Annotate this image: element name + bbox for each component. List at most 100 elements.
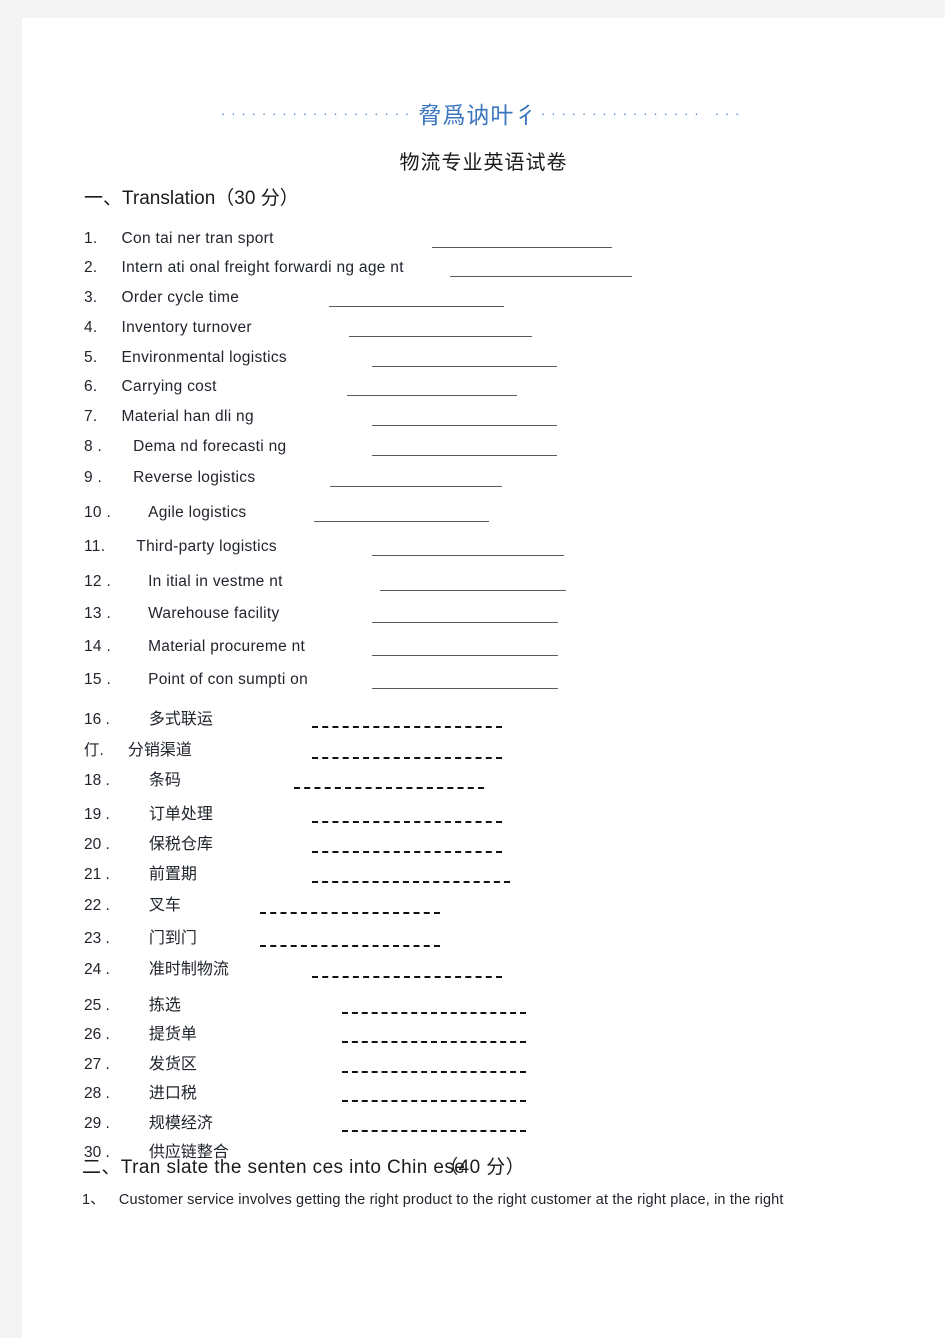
item-number: 23 . (84, 930, 110, 947)
answer-blank-line[interactable] (372, 688, 558, 689)
item-number: 25 . (84, 997, 110, 1014)
translation-item: 8 . Dema nd forecasti ng (84, 438, 286, 456)
answer-blank-line[interactable] (330, 486, 502, 487)
answer-blank-line[interactable] (312, 976, 502, 978)
item-term: 前置期 (148, 864, 197, 883)
question-text: Customer service involves getting the ri… (118, 1192, 784, 1208)
item-term: Third-party logistics (136, 538, 277, 555)
translation-item: 4. Inventory turnover (84, 319, 252, 337)
answer-blank-line[interactable] (349, 336, 532, 337)
answer-blank-line[interactable] (312, 851, 502, 853)
section-heading-translation: 一、Translation（30 分） (84, 188, 299, 209)
item-term: 规模经济 (148, 1113, 213, 1132)
item-number: 29 . (84, 1115, 110, 1132)
item-number: 28 . (84, 1085, 110, 1102)
item-number: 16 . (84, 711, 110, 728)
answer-blank-line[interactable] (312, 757, 502, 759)
item-number: 9 . (84, 469, 103, 486)
answer-blank-line[interactable] (342, 1012, 526, 1014)
item-number: 8 . (84, 438, 103, 455)
question-number: 1、 (82, 1192, 105, 1208)
translation-item: 28 . 进口税 (84, 1079, 197, 1103)
answer-blank-line[interactable] (329, 306, 504, 307)
translation-item: 19 . 订单处理 (84, 800, 213, 824)
translation-item: 29 . 规模经济 (84, 1109, 213, 1133)
section-heading-sentences: 二、Tran slate the senten ces into Chin es… (82, 1152, 551, 1179)
translation-item: 11. Third-party logistics (84, 538, 277, 556)
item-term: Material han dli ng (121, 408, 254, 425)
answer-blank-line[interactable] (372, 622, 558, 623)
page-title: 物流专业英语试卷 (399, 150, 568, 174)
item-term: 保税仓库 (148, 834, 213, 853)
item-term: Environmental logistics (121, 349, 287, 366)
item-number: 21 . (84, 866, 110, 883)
item-number: 27 . (84, 1056, 110, 1073)
dot-leader-right: ................ ... (541, 102, 746, 118)
answer-blank-line[interactable] (380, 590, 566, 591)
translation-item: 14 . Material procureme nt (84, 638, 305, 656)
translation-item: 18 . 条码 (84, 766, 181, 790)
translation-item: 23 . 门到门 (84, 924, 197, 948)
answer-blank-line[interactable] (312, 881, 510, 883)
answer-blank-line[interactable] (347, 395, 517, 396)
answer-blank-line[interactable] (342, 1130, 526, 1132)
item-term: 叉车 (148, 895, 181, 914)
item-term: Agile logistics (148, 504, 247, 521)
translation-item: 24 . 准时制物流 (84, 955, 229, 979)
answer-blank-line[interactable] (432, 247, 612, 248)
header-watermark-text: 脅爲讷叶彳 (418, 103, 539, 129)
item-term: In itial in vestme nt (148, 573, 283, 590)
item-term: Material procureme nt (148, 638, 306, 655)
item-term: 进口税 (148, 1083, 197, 1102)
translation-item: 7. Material han dli ng (84, 408, 254, 426)
translation-item: 2. Intern ati onal freight forwardi ng ag… (84, 259, 404, 277)
item-term: Reverse logistics (133, 469, 256, 486)
item-term: 订单处理 (148, 804, 213, 823)
item-term: 拣选 (148, 995, 181, 1014)
translation-item: 3. Order cycle time (84, 289, 239, 307)
translation-item: 仃. 分销渠道 (84, 736, 192, 760)
item-number: 18 . (84, 772, 110, 789)
answer-blank-line[interactable] (260, 945, 440, 947)
item-number: 26 . (84, 1026, 110, 1043)
answer-blank-line[interactable] (312, 821, 502, 823)
translation-item: 12 . In itial in vestme nt (84, 573, 283, 591)
item-number: 10 . (84, 504, 112, 521)
answer-blank-line[interactable] (294, 787, 484, 789)
item-term: Point of con sumpti on (148, 671, 309, 688)
answer-blank-line[interactable] (450, 276, 632, 277)
item-number: 15 . (84, 671, 112, 688)
answer-blank-line[interactable] (372, 655, 558, 656)
header-watermark-row: ................... 脅爲讷叶彳................… (22, 96, 945, 130)
document-page: ................... 脅爲讷叶彳................… (22, 18, 945, 1338)
answer-blank-line[interactable] (342, 1100, 526, 1102)
answer-blank-line[interactable] (342, 1041, 526, 1043)
translation-item: 16 . 多式联运 (84, 705, 213, 729)
item-number: 11. (84, 538, 106, 555)
item-number: 19 . (84, 806, 110, 823)
translation-item: 6. Carrying cost (84, 378, 217, 396)
item-term: Inventory turnover (121, 319, 252, 336)
answer-blank-line[interactable] (312, 726, 502, 728)
item-term: Intern ati onal freight forwardi ng age … (121, 259, 404, 276)
translation-item: 15 . Point of con sumpti on (84, 671, 308, 689)
item-term: 门到门 (148, 928, 197, 947)
answer-blank-line[interactable] (372, 555, 564, 556)
translation-item: 25 . 拣选 (84, 991, 181, 1015)
item-number: 仃. (84, 742, 104, 759)
item-term: Dema nd forecasti ng (133, 438, 287, 455)
item-term: 多式联运 (148, 709, 213, 728)
item-number: 22 . (84, 897, 110, 914)
translation-item: 9 . Reverse logistics (84, 469, 255, 487)
answer-blank-line[interactable] (342, 1071, 526, 1073)
item-number: 3. (84, 289, 98, 306)
item-term: 条码 (148, 770, 181, 789)
item-term: Con tai ner tran sport (121, 230, 274, 247)
item-term: 提货单 (148, 1024, 197, 1043)
item-term: 分销渠道 (127, 740, 192, 759)
answer-blank-line[interactable] (372, 366, 557, 367)
answer-blank-line[interactable] (372, 455, 557, 456)
answer-blank-line[interactable] (372, 425, 557, 426)
answer-blank-line[interactable] (260, 912, 440, 914)
answer-blank-line[interactable] (314, 521, 489, 522)
